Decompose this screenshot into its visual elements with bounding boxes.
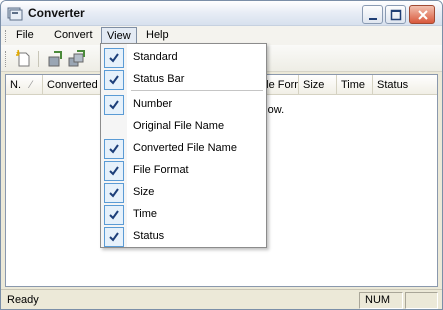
menu-item-file-format[interactable]: File Format [101,160,266,182]
column-status[interactable]: Status [373,75,437,95]
status-pane-empty [405,292,438,309]
new-icon[interactable] [14,49,34,69]
check-icon [104,139,124,159]
check-icon [104,48,124,68]
column-size[interactable]: Size [299,75,337,95]
convert-icon[interactable] [46,49,66,69]
menu-file[interactable]: File [11,27,39,44]
status-bar: Ready NUM [1,289,442,309]
menu-separator [131,90,263,91]
check-icon [104,70,124,90]
check-icon [104,227,124,247]
menu-convert[interactable]: Convert [49,27,98,44]
menu-item-label: Status [133,230,165,242]
menu-grip [5,30,7,42]
menu-view[interactable]: View [101,27,137,44]
menu-item-label: Original File Name [133,120,225,132]
menu-item-number[interactable]: Number [101,94,266,116]
window-title: Converter [28,6,85,20]
title-bar[interactable]: Converter [1,1,442,26]
menu-help[interactable]: Help [141,27,174,44]
column-number[interactable]: N. ⁄ [6,75,43,95]
menu-item-size[interactable]: Size [101,182,266,204]
sort-icon: ⁄ [30,79,32,91]
view-menu-dropdown: Standard Status Bar Number Original File… [100,43,267,248]
minimize-button[interactable] [362,5,383,24]
menu-item-label: Time [133,208,158,220]
menu-item-label: Size [133,186,155,198]
num-lock-indicator: NUM [365,294,391,306]
menu-item-status[interactable]: Status [101,226,266,248]
column-time[interactable]: Time [337,75,373,95]
maximize-button[interactable] [385,5,406,24]
menu-item-time[interactable]: Time [101,204,266,226]
converter-window: Converter File Convert View Help N. ⁄ Co… [0,0,443,310]
check-icon [104,161,124,181]
menu-item-converted-file-name[interactable]: Converted File Name [101,138,266,160]
toolbar-grip [5,51,8,67]
convert-all-icon[interactable] [67,49,87,69]
menu-item-label: Status Bar [133,73,185,85]
menu-item-original-file-name[interactable]: Original File Name [101,116,266,138]
menu-item-label: Number [133,98,173,110]
check-icon [104,205,124,225]
check-icon [104,183,124,203]
column-number-label: N. [10,79,21,91]
close-button[interactable] [409,5,435,24]
check-icon [104,95,124,115]
toolbar-separator [38,51,39,67]
menu-item-label: Standard [133,51,178,63]
status-text: Ready [7,294,39,306]
menu-item-standard[interactable]: Standard [101,47,266,69]
menu-item-status-bar[interactable]: Status Bar [101,69,266,91]
menu-item-label: Converted File Name [133,142,237,154]
menu-item-label: File Format [133,164,189,176]
app-icon [7,6,23,21]
